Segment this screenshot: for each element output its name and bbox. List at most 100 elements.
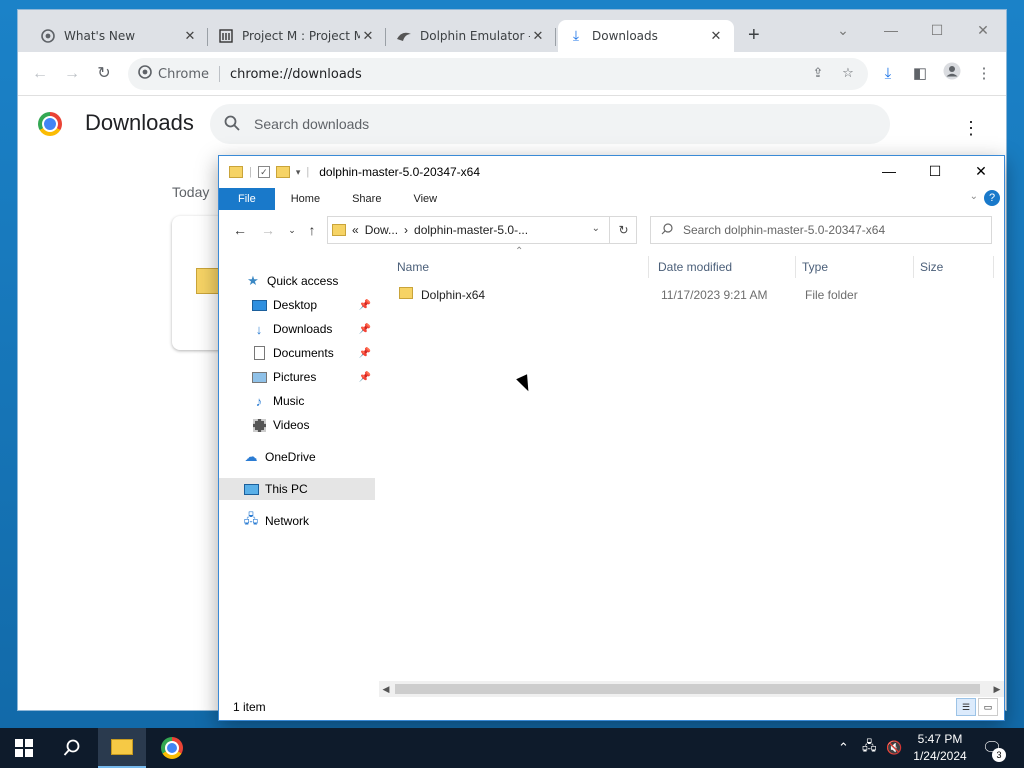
close-tab-icon[interactable]: ✕ bbox=[708, 29, 724, 44]
details-view-icon[interactable]: ☰ bbox=[956, 698, 976, 716]
close-button[interactable]: ✕ bbox=[958, 156, 1004, 186]
maximize-button[interactable]: ☐ bbox=[914, 16, 960, 44]
bookmark-star-icon[interactable]: ☆ bbox=[836, 58, 860, 90]
maximize-button[interactable]: ☐ bbox=[912, 156, 958, 186]
folder-icon bbox=[229, 166, 243, 178]
breadcrumb-overflow[interactable]: « bbox=[352, 223, 359, 237]
tab-project-m[interactable]: Project M : Project M ✕ bbox=[208, 20, 386, 52]
nav-label: Quick access bbox=[267, 274, 339, 288]
volume-muted-icon[interactable]: 🔇 bbox=[886, 728, 902, 768]
browser-menu-icon[interactable]: ⋮ bbox=[972, 62, 996, 86]
nav-quick-access[interactable]: ★ Quick access bbox=[219, 270, 375, 292]
nav-label: Pictures bbox=[273, 370, 317, 384]
close-tab-icon[interactable]: ✕ bbox=[530, 29, 546, 44]
large-icons-view-icon[interactable]: ▭ bbox=[978, 698, 998, 716]
recent-locations-icon[interactable]: ⌄ bbox=[283, 225, 301, 236]
downloads-menu-icon[interactable]: ⋮ bbox=[962, 118, 980, 139]
side-panel-icon[interactable]: ◧ bbox=[908, 62, 932, 86]
nav-videos[interactable]: Videos bbox=[219, 414, 375, 436]
new-tab-button[interactable]: + bbox=[748, 24, 760, 47]
column-header-type[interactable]: Type bbox=[796, 256, 914, 278]
tab-title: Project M : Project M bbox=[242, 29, 360, 43]
new-folder-icon[interactable] bbox=[275, 166, 290, 178]
tab-whats-new[interactable]: What's New ✕ bbox=[30, 20, 208, 52]
videos-icon bbox=[251, 417, 267, 433]
back-button[interactable]: ← bbox=[28, 62, 52, 86]
tab-title: Downloads bbox=[592, 29, 658, 43]
file-explorer-icon bbox=[111, 739, 133, 755]
search-button[interactable] bbox=[48, 728, 96, 768]
close-tab-icon[interactable]: ✕ bbox=[182, 29, 198, 44]
customize-toolbar-icon[interactable]: ▾ bbox=[296, 167, 301, 178]
scrollbar-thumb[interactable] bbox=[395, 684, 980, 694]
share-icon[interactable]: ⇪ bbox=[806, 58, 830, 90]
search-icon bbox=[224, 115, 240, 134]
page-title: Downloads bbox=[85, 110, 194, 135]
start-button[interactable] bbox=[0, 728, 48, 768]
ribbon-tab-home[interactable]: Home bbox=[275, 188, 336, 210]
minimize-button[interactable]: — bbox=[866, 156, 912, 186]
breadcrumb-item[interactable]: Dow... bbox=[365, 223, 398, 237]
computer-icon bbox=[243, 481, 259, 497]
taskbar-file-explorer[interactable] bbox=[98, 728, 146, 768]
tab-search-icon[interactable]: ⌄ bbox=[820, 16, 866, 44]
windows-logo-icon bbox=[15, 739, 33, 757]
nav-label: Desktop bbox=[273, 298, 318, 312]
back-arrow-icon[interactable]: ← bbox=[231, 222, 249, 238]
network-icon: 🖧 bbox=[243, 511, 259, 526]
address-bar[interactable]: Chrome chrome://downloads ⇪ ☆ bbox=[128, 58, 868, 90]
forward-arrow-icon[interactable]: → bbox=[259, 222, 277, 238]
breadcrumb-item[interactable]: dolphin-master-5.0-... bbox=[414, 223, 528, 237]
url-text: chrome://downloads bbox=[230, 66, 362, 82]
up-arrow-icon[interactable]: ↑ bbox=[303, 222, 321, 238]
horizontal-scrollbar[interactable]: ◀ ▶ bbox=[379, 681, 1004, 697]
nav-this-pc[interactable]: This PC bbox=[219, 478, 375, 500]
expand-ribbon-icon[interactable]: ⌄ bbox=[970, 191, 978, 202]
nav-network[interactable]: 🖧 Network bbox=[219, 510, 375, 532]
music-icon: ♪ bbox=[255, 393, 263, 409]
nav-downloads[interactable]: ↓ Downloads 📌 bbox=[219, 318, 375, 340]
ribbon-tab-file[interactable]: File bbox=[219, 188, 275, 210]
pin-icon: 📌 bbox=[358, 371, 371, 383]
close-button[interactable]: ✕ bbox=[960, 16, 1006, 44]
scroll-right-icon[interactable]: ▶ bbox=[990, 681, 1004, 697]
minimize-button[interactable]: — bbox=[868, 16, 914, 44]
search-placeholder: Search downloads bbox=[254, 116, 370, 132]
column-header-size[interactable]: Size bbox=[914, 256, 994, 278]
downloads-toolbar-icon[interactable]: ⤓ bbox=[876, 62, 900, 86]
ribbon-tab-view[interactable]: View bbox=[397, 188, 453, 210]
taskbar-chrome[interactable] bbox=[148, 728, 196, 768]
help-icon[interactable]: ? bbox=[984, 190, 1000, 206]
column-header-name[interactable]: Name bbox=[391, 256, 649, 278]
nav-label: Music bbox=[273, 394, 305, 408]
nav-documents[interactable]: Documents 📌 bbox=[219, 342, 375, 364]
nav-onedrive[interactable]: ☁ OneDrive bbox=[219, 446, 375, 468]
table-row[interactable]: Dolphin-x64 11/17/2023 9:21 AM File fold… bbox=[393, 284, 993, 306]
ribbon-tab-share[interactable]: Share bbox=[336, 188, 397, 210]
address-dropdown-icon[interactable]: ⌄ bbox=[592, 223, 600, 234]
nav-label: This PC bbox=[265, 482, 308, 496]
quick-access-toolbar: | ✓ ▾ | bbox=[229, 166, 309, 178]
nav-pictures[interactable]: Pictures 📌 bbox=[219, 366, 375, 388]
address-bar[interactable]: « Dow... › dolphin-master-5.0-... ⌄ bbox=[327, 216, 637, 244]
column-header-date[interactable]: Date modified bbox=[652, 256, 796, 278]
properties-icon[interactable]: ✓ bbox=[257, 166, 270, 178]
downloads-search-input[interactable]: Search downloads bbox=[210, 104, 890, 144]
nav-music[interactable]: ♪ Music bbox=[219, 390, 375, 412]
network-tray-icon[interactable]: 🖧 bbox=[862, 728, 877, 768]
tab-downloads[interactable]: ⤓ Downloads ✕ bbox=[558, 20, 734, 52]
refresh-button[interactable]: ↻ bbox=[609, 216, 637, 244]
system-clock[interactable]: 5:47 PM 1/24/2024 bbox=[906, 731, 974, 765]
profile-icon[interactable] bbox=[940, 62, 964, 86]
scroll-left-icon[interactable]: ◀ bbox=[379, 681, 393, 697]
explorer-title-bar: | ✓ ▾ | dolphin-master-5.0-20347-x64 — ☐… bbox=[219, 156, 1004, 188]
show-hidden-icons[interactable]: ⌃ bbox=[838, 728, 849, 768]
pin-icon: 📌 bbox=[358, 323, 371, 335]
explorer-search-input[interactable]: Search dolphin-master-5.0-20347-x64 bbox=[650, 216, 992, 244]
nav-desktop[interactable]: Desktop 📌 bbox=[219, 294, 375, 316]
ribbon-tabs: File Home Share View ⌄ ? bbox=[219, 188, 1004, 210]
tab-dolphin-emulator[interactable]: Dolphin Emulator - D ✕ bbox=[386, 20, 556, 52]
forward-button[interactable]: → bbox=[60, 62, 84, 86]
close-tab-icon[interactable]: ✕ bbox=[360, 29, 376, 44]
reload-button[interactable]: ↻ bbox=[92, 62, 116, 86]
